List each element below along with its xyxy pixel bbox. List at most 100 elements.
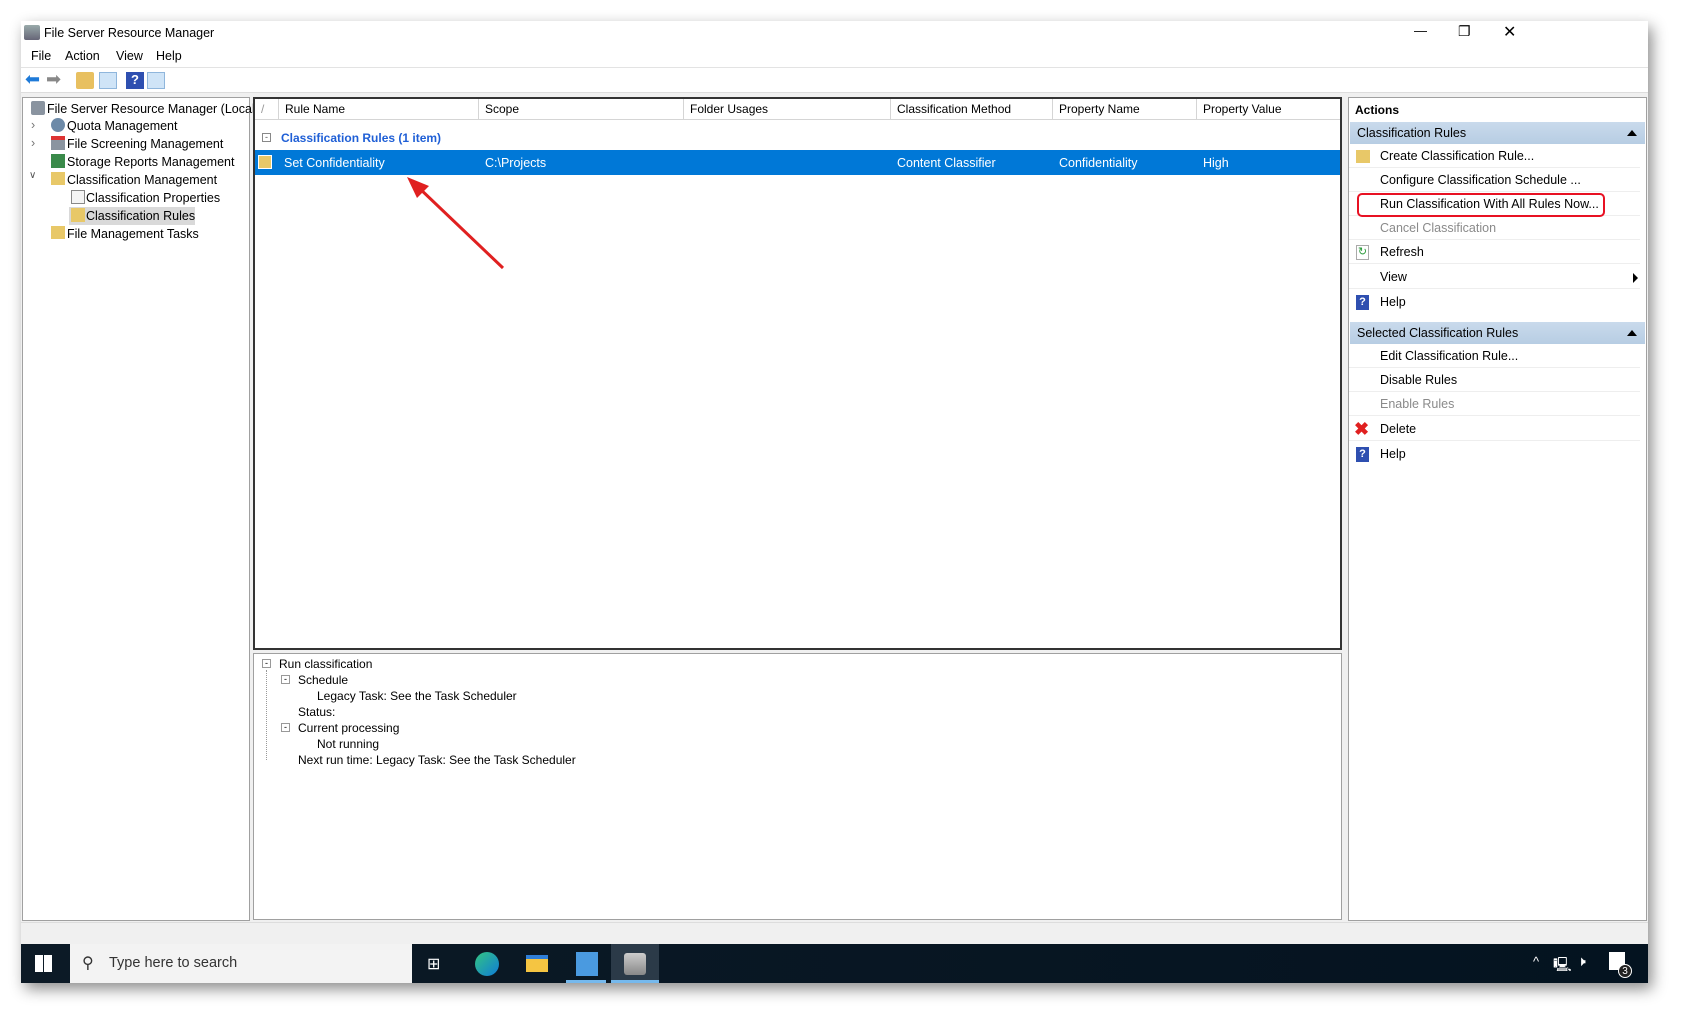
tree-item-file-management-tasks[interactable]: File Management Tasks [67,227,199,241]
minimize-button[interactable]: — [1414,23,1427,38]
tree-root[interactable]: File Server Resource Manager (Local) [47,102,259,116]
detail-run-classification: Run classification [279,657,373,671]
column-property-name[interactable]: Property Name [1053,99,1197,119]
file-screening-icon [51,136,65,150]
column-classification-method[interactable]: Classification Method [891,99,1053,119]
storage-reports-icon [51,154,65,168]
search-input[interactable]: Type here to search [109,955,237,971]
actions-title: Actions [1355,103,1400,117]
back-icon[interactable]: ⬅ [25,69,43,89]
annotation-arrow [407,177,505,270]
forward-icon[interactable]: ➡ [46,69,64,89]
cell-rule-name: Set Confidentiality [284,156,385,170]
restore-button[interactable]: ❐ [1458,23,1471,40]
show-hide-tree-icon[interactable] [99,72,117,89]
file-explorer-icon[interactable] [526,955,548,972]
column-scope[interactable]: Scope [479,99,684,119]
section-classification-rules[interactable]: Classification Rules [1350,122,1645,144]
detail-current-processing: Current processing [298,721,400,735]
collapse-triangle-icon[interactable] [1627,130,1637,136]
section-label: Selected Classification Rules [1357,326,1519,340]
menu-help[interactable]: Help [156,49,182,63]
menu-action[interactable]: Action [65,49,100,63]
navigation-tree: File Server Resource Manager (Local) › Q… [22,97,259,921]
collapse-icon[interactable]: - [281,723,290,732]
show-hidden-icons[interactable]: ^ [1533,954,1539,969]
action-view[interactable]: View [1349,266,1640,289]
tree-item-classification-management[interactable]: Classification Management [67,173,217,187]
help-icon: ? [1356,295,1369,310]
menu-view[interactable]: View [116,49,143,63]
network-icon[interactable]: 🖳 [1553,954,1572,978]
cell-property-value: High [1203,156,1229,170]
help-icon: ? [1356,447,1369,462]
search-box[interactable]: ⚲ Type here to search [70,944,412,983]
action-create-rule[interactable]: Create Classification Rule... [1349,145,1640,168]
app-icon [24,25,40,40]
detail-current-value: Not running [317,737,380,751]
cell-property-name: Confidentiality [1059,156,1138,170]
tree-item-classification-rules[interactable]: Classification Rules [86,209,195,223]
show-hide-action-pane-icon[interactable] [147,72,165,89]
volume-muted-icon[interactable]: 🕨 [1577,953,1586,970]
collapse-triangle-icon[interactable] [1627,330,1637,336]
action-refresh[interactable]: ↻ Refresh [1349,241,1640,264]
edge-icon[interactable] [475,952,499,976]
help-icon[interactable]: ? [126,72,144,89]
group-header[interactable]: Classification Rules (1 item) [281,131,441,145]
collapse-icon[interactable]: ∨ [29,170,36,181]
tasks-icon [51,226,65,239]
fsrm-taskbar-icon [624,953,646,975]
column-property-value[interactable]: Property Value [1197,99,1340,119]
delete-icon: ✖ [1354,419,1370,439]
action-edit-rule[interactable]: Edit Classification Rule... [1349,345,1640,368]
action-help[interactable]: ? Help [1349,291,1640,314]
column-rule-name[interactable]: Rule Name [279,99,479,119]
detail-next-run: Next run time: Legacy Task: See the Task… [298,753,576,767]
expand-icon[interactable]: › [31,136,35,150]
collapse-icon[interactable]: - [262,659,271,668]
detail-status: Status: [298,705,336,719]
up-folder-icon[interactable] [76,72,94,89]
menu-file[interactable]: File [31,49,51,63]
cell-scope: C:\Projects [485,156,547,170]
section-selected-rules[interactable]: Selected Classification Rules [1350,322,1645,344]
action-configure-schedule[interactable]: Configure Classification Schedule ... [1349,169,1640,192]
task-view-icon[interactable]: ⊞ [427,954,440,974]
expand-icon[interactable]: › [31,118,35,132]
action-help-selected[interactable]: ? Help [1349,443,1640,466]
refresh-icon: ↻ [1356,245,1369,260]
tree-item-file-screening[interactable]: File Screening Management [67,137,223,151]
rules-icon [71,208,85,222]
window-title: File Server Resource Manager [44,26,215,40]
search-icon: ⚲ [82,955,94,972]
create-rule-icon [1356,150,1370,163]
close-button[interactable]: ✕ [1503,22,1516,42]
server-manager-icon[interactable] [576,952,598,976]
status-bar [21,922,1648,944]
submenu-arrow-icon [1633,273,1638,283]
action-delete[interactable]: ✖ Delete [1349,418,1640,441]
section-label: Classification Rules [1357,126,1467,140]
action-cancel-classification: Cancel Classification [1349,217,1640,240]
tree-item-storage-reports[interactable]: Storage Reports Management [67,155,234,169]
tree-item-classification-properties[interactable]: Classification Properties [86,191,220,205]
column-folder-usages[interactable]: Folder Usages [684,99,891,119]
action-disable-rules[interactable]: Disable Rules [1349,369,1640,392]
details-pane: - Run classification - Schedule Legacy T… [253,653,1342,920]
start-button[interactable] [35,955,52,972]
sort-indicator[interactable]: / [255,99,279,119]
tree-item-quota[interactable]: Quota Management [67,119,178,133]
rule-icon [258,155,272,169]
quota-icon [51,118,65,132]
highlight-box [1357,193,1605,217]
table-row[interactable]: Set Confidentiality C:\Projects Content … [255,150,1340,175]
notification-count: 3 [1618,964,1632,978]
server-icon [31,101,45,115]
taskbar: ⚲ Type here to search ⊞ ^ 🖳 🕨 3 [21,944,1648,983]
collapse-icon[interactable]: - [281,675,290,684]
group-collapse-icon[interactable]: - [262,133,271,142]
menu-bar: File Action View Help [21,45,1648,67]
classification-folder-icon [51,172,65,185]
title-bar: File Server Resource Manager — ❐ ✕ [21,21,1648,45]
